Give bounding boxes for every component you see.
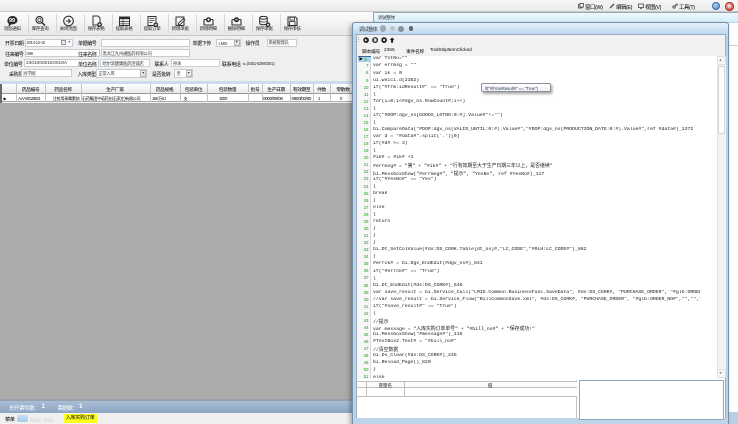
svg-text:99: 99: [8, 18, 14, 24]
